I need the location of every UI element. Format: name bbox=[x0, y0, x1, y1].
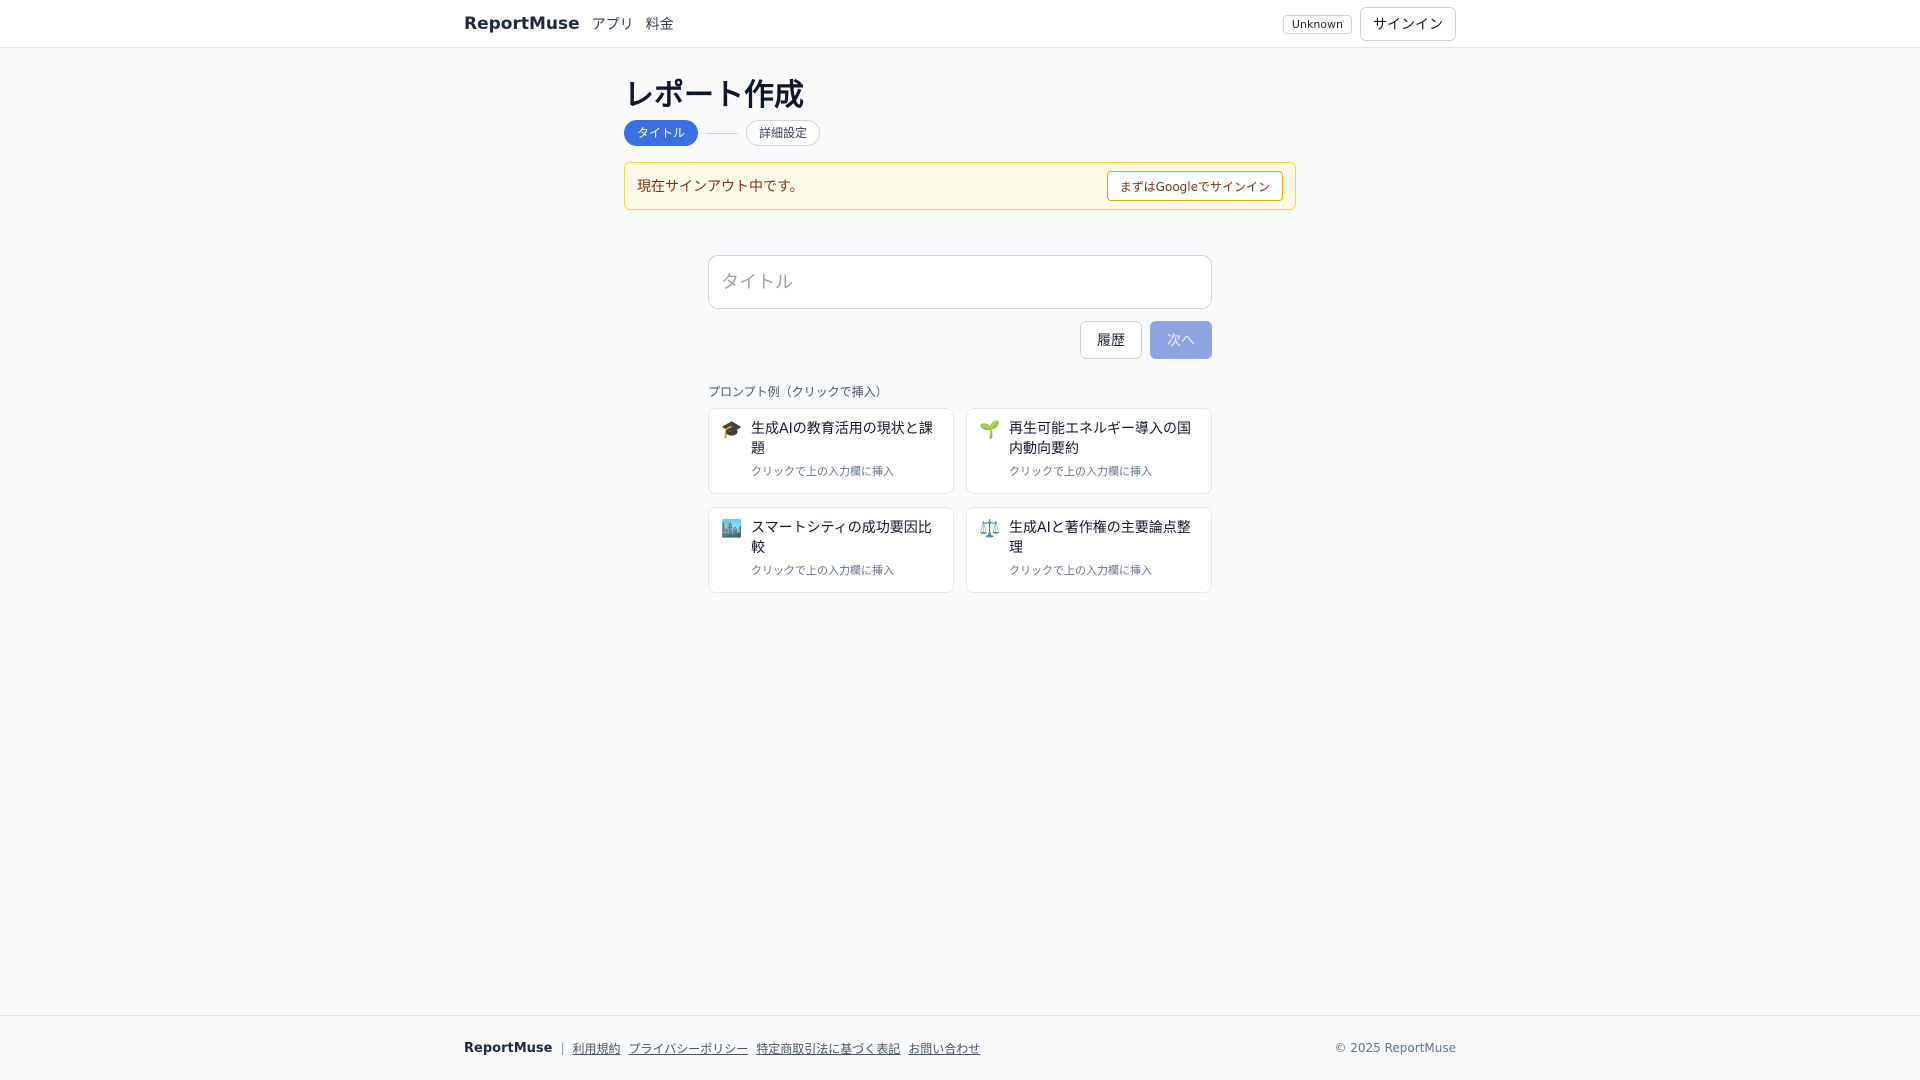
cityscape-icon: 🏙️ bbox=[721, 519, 743, 539]
step-indicator: タイトル 詳細設定 bbox=[624, 120, 1296, 146]
footer-separator: | bbox=[560, 1041, 565, 1055]
form-actions: 履歴 次へ bbox=[708, 321, 1212, 359]
card-hint: クリックで上の入力欄に挿入 bbox=[751, 564, 894, 577]
step-details[interactable]: 詳細設定 bbox=[746, 120, 821, 146]
nav-link-pricing[interactable]: 料金 bbox=[646, 14, 674, 34]
prompt-examples: 🎓 生成AIの教育活用の現状と課題 クリックで上の入力欄に挿入 🌱 再生可能エネ… bbox=[708, 408, 1212, 593]
signed-out-alert: 現在サインアウト中です。 まずはGoogleでサインイン bbox=[624, 162, 1296, 210]
page-title: レポート作成 bbox=[624, 78, 804, 113]
footer-link-contact[interactable]: お問い合わせ bbox=[908, 1040, 980, 1057]
top-header: ReportMuse アプリ 料金 Unknown サインイン bbox=[0, 0, 1920, 48]
nav-link-app[interactable]: アプリ bbox=[592, 14, 634, 34]
google-signin-button[interactable]: まずはGoogleでサインイン bbox=[1106, 171, 1283, 201]
card-title: 再生可能エネルギー導入の国内動向要約 bbox=[1009, 421, 1191, 457]
footer-link-tokushoho[interactable]: 特定商取引法に基づく表記 bbox=[756, 1040, 900, 1057]
footer-link-privacy[interactable]: プライバシーポリシー bbox=[629, 1040, 749, 1057]
step-title[interactable]: タイトル bbox=[624, 120, 699, 146]
footer-inner: ReportMuse | 利用規約 プライバシーポリシー 特定商取引法に基づく表… bbox=[464, 1016, 1456, 1080]
footer-link-terms[interactable]: 利用規約 bbox=[572, 1040, 620, 1057]
examples-label: プロンプト例（クリックで挿入） bbox=[708, 385, 888, 399]
scales-icon: ⚖️ bbox=[979, 519, 1001, 539]
seedling-icon: 🌱 bbox=[979, 420, 1001, 440]
prompt-example-card[interactable]: 🌱 再生可能エネルギー導入の国内動向要約 クリックで上の入力欄に挿入 bbox=[966, 408, 1212, 494]
header-inner: ReportMuse アプリ 料金 Unknown サインイン bbox=[464, 0, 1456, 48]
prompt-example-card[interactable]: ⚖️ 生成AIと著作権の主要論点整理 クリックで上の入力欄に挿入 bbox=[966, 507, 1212, 593]
prompt-example-card[interactable]: 🎓 生成AIの教育活用の現状と課題 クリックで上の入力欄に挿入 bbox=[708, 408, 954, 494]
alert-text: 現在サインアウト中です。 bbox=[637, 179, 804, 195]
card-hint: クリックで上の入力欄に挿入 bbox=[751, 465, 894, 478]
main-content: レポート作成 タイトル 詳細設定 現在サインアウト中です。 まずはGoogleで… bbox=[624, 48, 1296, 593]
step-connector bbox=[706, 132, 739, 134]
page-footer: ReportMuse | 利用規約 プライバシーポリシー 特定商取引法に基づく表… bbox=[0, 1015, 1920, 1080]
title-input[interactable] bbox=[708, 255, 1212, 309]
card-title: 生成AIの教育活用の現状と課題 bbox=[751, 421, 933, 457]
footer-copyright: © 2025 ReportMuse bbox=[1334, 1041, 1456, 1055]
prompt-example-card[interactable]: 🏙️ スマートシティの成功要因比較 クリックで上の入力欄に挿入 bbox=[708, 507, 954, 593]
title-form: 履歴 次へ プロンプト例（クリックで挿入） 🎓 生成AIの教育活用の現状と課題 … bbox=[708, 255, 1212, 593]
history-button[interactable]: 履歴 bbox=[1080, 321, 1142, 359]
card-hint: クリックで上の入力欄に挿入 bbox=[1009, 465, 1152, 478]
footer-brand: ReportMuse bbox=[464, 1040, 553, 1056]
card-title: スマートシティの成功要因比較 bbox=[751, 520, 932, 556]
user-status-badge: Unknown bbox=[1282, 14, 1352, 34]
graduation-cap-icon: 🎓 bbox=[721, 420, 743, 440]
card-hint: クリックで上の入力欄に挿入 bbox=[1009, 564, 1152, 577]
card-body: 再生可能エネルギー導入の国内動向要約 クリックで上の入力欄に挿入 bbox=[1009, 419, 1199, 483]
next-button[interactable]: 次へ bbox=[1150, 321, 1212, 359]
card-body: 生成AIの教育活用の現状と課題 クリックで上の入力欄に挿入 bbox=[751, 419, 941, 483]
card-title: 生成AIと著作権の主要論点整理 bbox=[1009, 520, 1191, 556]
card-body: 生成AIと著作権の主要論点整理 クリックで上の入力欄に挿入 bbox=[1009, 518, 1199, 582]
brand-logo[interactable]: ReportMuse bbox=[464, 14, 580, 34]
header-signin-button[interactable]: サインイン bbox=[1360, 7, 1456, 41]
card-body: スマートシティの成功要因比較 クリックで上の入力欄に挿入 bbox=[751, 518, 941, 582]
